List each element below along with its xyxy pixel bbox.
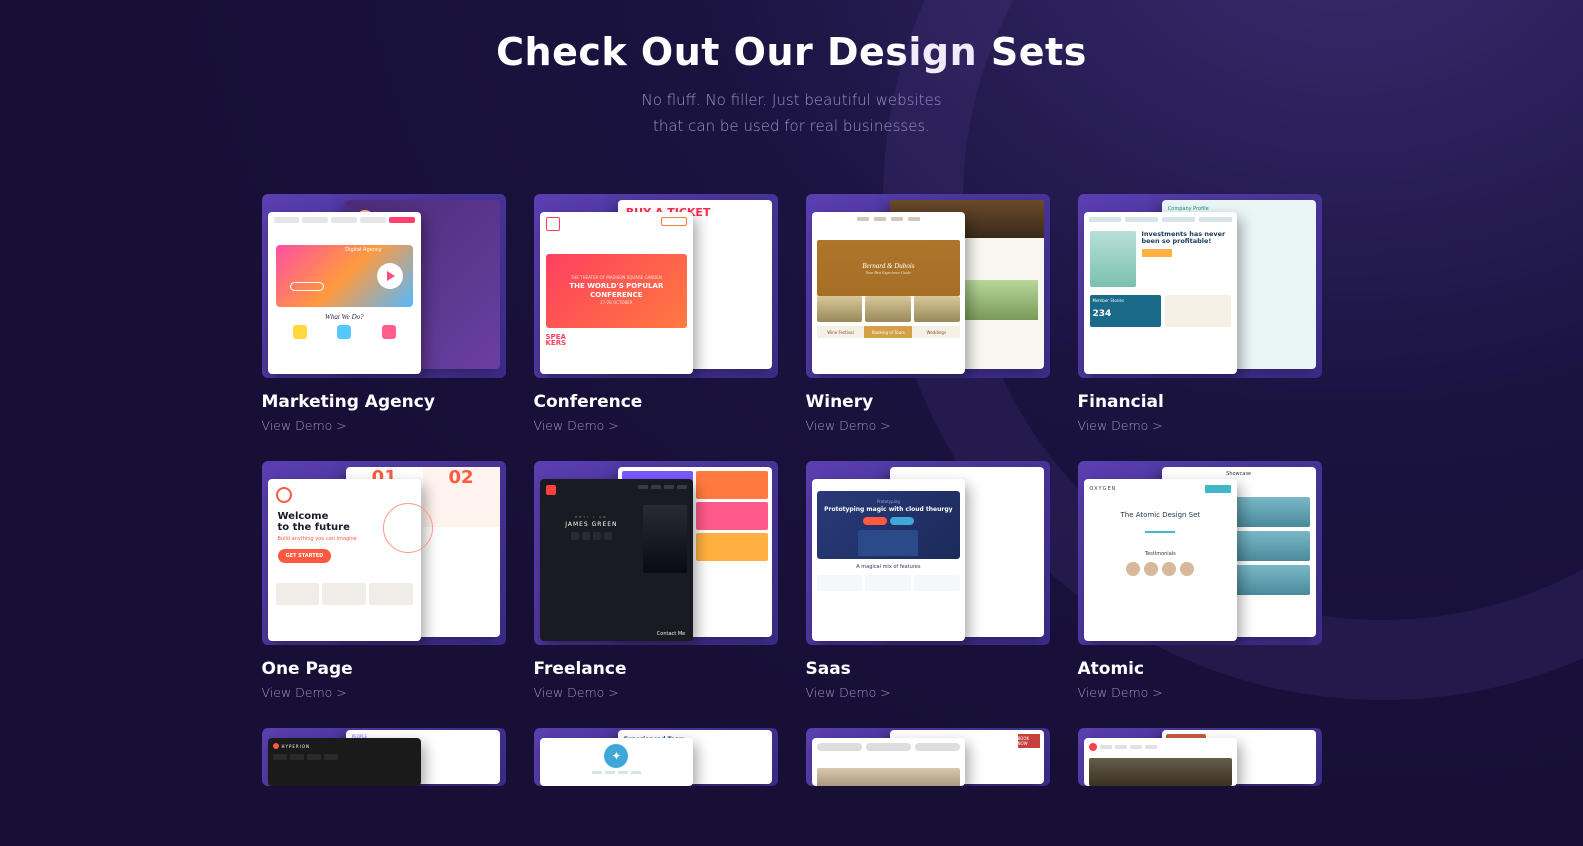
card-thumbnail[interactable]: BUY A TICKET BUSINESS RED BY THE THEATER… — [534, 194, 778, 378]
logo-icon — [276, 487, 292, 503]
view-demo-link[interactable]: View Demo > — [534, 685, 778, 700]
card-title: Financial — [1078, 392, 1322, 412]
preview-front-sheet: Prototyping Prototyping magic with cloud… — [812, 479, 966, 641]
card-winery: Sonoma-Cutrer ★★★★★ Bernard & Dubois You… — [806, 194, 1050, 433]
portrait-icon — [1090, 231, 1136, 287]
view-demo-link[interactable]: View Demo > — [262, 418, 506, 433]
card-title: Conference — [534, 392, 778, 412]
card-thumbnail[interactable]: Experienced Team Michael Manhattan — [534, 728, 778, 786]
card-thumbnail[interactable]: OUR FLYING — [1078, 728, 1322, 786]
view-demo-link[interactable]: View Demo > — [806, 685, 1050, 700]
card-title: One Page — [262, 659, 506, 679]
play-icon — [377, 263, 403, 289]
preview-front-sheet: Welcome to the future Build anything you… — [268, 479, 422, 641]
card-partial: Experienced Team Michael Manhattan — [534, 728, 778, 786]
card-thumbnail[interactable]: Joshua Eilan Personal demo? Prototyping … — [806, 461, 1050, 645]
card-thumbnail[interactable]: HEY! I AMJAMES GREEN Contact Me — [534, 461, 778, 645]
card-thumbnail[interactable]: Sonoma-Cutrer ★★★★★ Bernard & Dubois You… — [806, 194, 1050, 378]
preview-front-sheet: HYPERION — [268, 738, 422, 786]
preview-front-sheet — [812, 738, 966, 786]
preview-hero-text: The best template for Digital Agency — [345, 240, 405, 258]
card-title: Marketing Agency — [262, 392, 506, 412]
preview-cta — [290, 282, 324, 291]
card-thumbnail[interactable]: BOOK NOW Restaurant — [806, 728, 1050, 786]
card-partial: OUR FLYING — [1078, 728, 1322, 786]
preview-front-sheet — [1084, 738, 1238, 786]
preview-front-sheet: Investments has never been so profitable… — [1084, 212, 1238, 374]
preview-section-title: What We Do? — [268, 313, 422, 321]
card-title: Atomic — [1078, 659, 1322, 679]
preview-front-sheet: HEY! I AMJAMES GREEN Contact Me — [540, 479, 694, 641]
view-demo-link[interactable]: View Demo > — [534, 418, 778, 433]
badge-icon — [604, 744, 628, 768]
preview-front-sheet: The best template for Digital Agency Wha… — [268, 212, 422, 374]
card-title: Freelance — [534, 659, 778, 679]
preview-front-sheet — [540, 738, 694, 786]
page-title: Check Out Our Design Sets — [262, 30, 1322, 74]
view-demo-link[interactable]: View Demo > — [1078, 418, 1322, 433]
preview-front-sheet: THE THEATER OF MADISON SQUARE GARDEN THE… — [540, 212, 694, 374]
card-thumbnail[interactable]: 0102 Welcome to the future Build anythin… — [262, 461, 506, 645]
card-financial: Company Profile 23,340,343 1,345,215 £2.… — [1078, 194, 1322, 433]
page-subtitle: No fluff. No filler. Just beautiful webs… — [262, 88, 1322, 139]
card-atomic: Showcase OXYGEN The Atomic Design Set Te… — [1078, 461, 1322, 700]
card-marketing-agency: The best template for Digital Agency Wha… — [262, 194, 506, 433]
preview-front-sheet: OXYGEN The Atomic Design Set Testimonial… — [1084, 479, 1238, 641]
card-saas: Joshua Eilan Personal demo? Prototyping … — [806, 461, 1050, 700]
card-thumbnail[interactable]: Showcase OXYGEN The Atomic Design Set Te… — [1078, 461, 1322, 645]
view-demo-link[interactable]: View Demo > — [262, 685, 506, 700]
preview-cta: GET STARTED — [278, 549, 332, 563]
card-conference: BUY A TICKET BUSINESS RED BY THE THEATER… — [534, 194, 778, 433]
card-thumbnail[interactable]: PEOPLE Meet the Team HYPERION — [262, 728, 506, 786]
card-title: Winery — [806, 392, 1050, 412]
design-sets-grid: The best template for Digital Agency Wha… — [262, 194, 1322, 786]
view-demo-link[interactable]: View Demo > — [806, 418, 1050, 433]
card-partial: PEOPLE Meet the Team HYPERION — [262, 728, 506, 786]
card-one-page: 0102 Welcome to the future Build anythin… — [262, 461, 506, 700]
card-partial: BOOK NOW Restaurant — [806, 728, 1050, 786]
card-title: Saas — [806, 659, 1050, 679]
preview-front-sheet: Bernard & Dubois Your Best Experience Gu… — [812, 212, 966, 374]
view-demo-link[interactable]: View Demo > — [1078, 685, 1322, 700]
card-freelance: HEY! I AMJAMES GREEN Contact Me Freelanc… — [534, 461, 778, 700]
card-thumbnail[interactable]: Company Profile 23,340,343 1,345,215 £2.… — [1078, 194, 1322, 378]
card-thumbnail[interactable]: The best template for Digital Agency Wha… — [262, 194, 506, 378]
